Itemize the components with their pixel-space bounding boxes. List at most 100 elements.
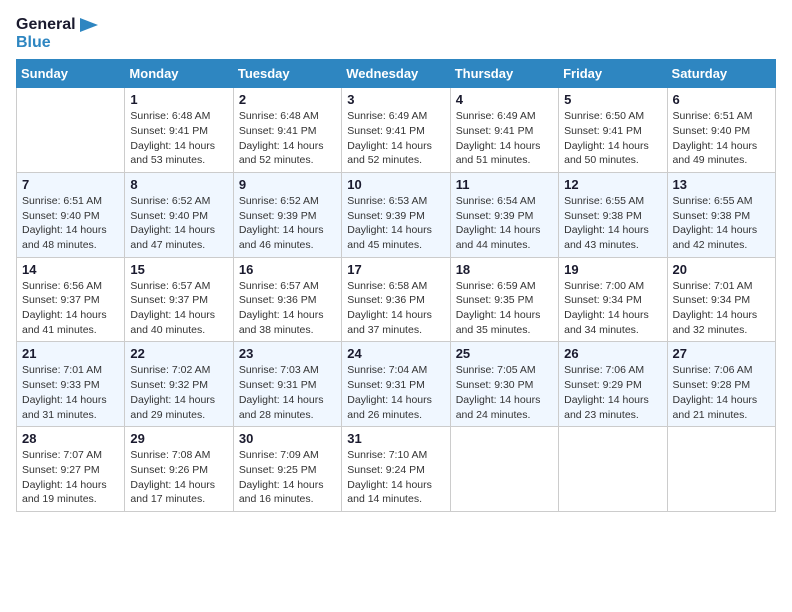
calendar-cell: 8 Sunrise: 6:52 AM Sunset: 9:40 PM Daylig…: [125, 172, 233, 257]
calendar-cell: 3 Sunrise: 6:49 AM Sunset: 9:41 PM Daylig…: [342, 88, 450, 173]
day-number: 6: [673, 92, 770, 107]
cell-content: Sunrise: 6:54 AM Sunset: 9:39 PM Dayligh…: [456, 194, 553, 253]
cell-content: Sunrise: 6:51 AM Sunset: 9:40 PM Dayligh…: [673, 109, 770, 168]
calendar-cell: 4 Sunrise: 6:49 AM Sunset: 9:41 PM Daylig…: [450, 88, 558, 173]
cell-content: Sunrise: 6:49 AM Sunset: 9:41 PM Dayligh…: [347, 109, 444, 168]
cell-content: Sunrise: 6:57 AM Sunset: 9:37 PM Dayligh…: [130, 279, 227, 338]
weekday-header: Wednesday: [342, 60, 450, 88]
calendar-cell: 22 Sunrise: 7:02 AM Sunset: 9:32 PM Dayli…: [125, 342, 233, 427]
weekday-header: Sunday: [17, 60, 125, 88]
day-number: 27: [673, 346, 770, 361]
calendar-cell: 21 Sunrise: 7:01 AM Sunset: 9:33 PM Dayli…: [17, 342, 125, 427]
calendar-cell: 11 Sunrise: 6:54 AM Sunset: 9:39 PM Dayli…: [450, 172, 558, 257]
day-number: 25: [456, 346, 553, 361]
calendar-cell: 26 Sunrise: 7:06 AM Sunset: 9:29 PM Dayli…: [559, 342, 667, 427]
cell-content: Sunrise: 6:52 AM Sunset: 9:39 PM Dayligh…: [239, 194, 336, 253]
cell-content: Sunrise: 6:48 AM Sunset: 9:41 PM Dayligh…: [239, 109, 336, 168]
day-number: 19: [564, 262, 661, 277]
page-header: General Blue: [16, 16, 776, 51]
calendar-cell: 1 Sunrise: 6:48 AM Sunset: 9:41 PM Daylig…: [125, 88, 233, 173]
logo: General Blue: [16, 16, 98, 51]
cell-content: Sunrise: 7:03 AM Sunset: 9:31 PM Dayligh…: [239, 363, 336, 422]
weekday-header: Monday: [125, 60, 233, 88]
cell-content: Sunrise: 7:00 AM Sunset: 9:34 PM Dayligh…: [564, 279, 661, 338]
calendar-header: SundayMondayTuesdayWednesdayThursdayFrid…: [17, 60, 776, 88]
calendar-cell: 6 Sunrise: 6:51 AM Sunset: 9:40 PM Daylig…: [667, 88, 775, 173]
calendar-cell: 5 Sunrise: 6:50 AM Sunset: 9:41 PM Daylig…: [559, 88, 667, 173]
cell-content: Sunrise: 7:02 AM Sunset: 9:32 PM Dayligh…: [130, 363, 227, 422]
cell-content: Sunrise: 6:51 AM Sunset: 9:40 PM Dayligh…: [22, 194, 119, 253]
day-number: 21: [22, 346, 119, 361]
cell-content: Sunrise: 6:55 AM Sunset: 9:38 PM Dayligh…: [564, 194, 661, 253]
calendar-cell: [450, 427, 558, 512]
calendar-cell: 20 Sunrise: 7:01 AM Sunset: 9:34 PM Dayli…: [667, 257, 775, 342]
day-number: 2: [239, 92, 336, 107]
cell-content: Sunrise: 6:58 AM Sunset: 9:36 PM Dayligh…: [347, 279, 444, 338]
weekday-header: Friday: [559, 60, 667, 88]
day-number: 26: [564, 346, 661, 361]
cell-content: Sunrise: 6:49 AM Sunset: 9:41 PM Dayligh…: [456, 109, 553, 168]
calendar-cell: 27 Sunrise: 7:06 AM Sunset: 9:28 PM Dayli…: [667, 342, 775, 427]
cell-content: Sunrise: 7:07 AM Sunset: 9:27 PM Dayligh…: [22, 448, 119, 507]
calendar-cell: 7 Sunrise: 6:51 AM Sunset: 9:40 PM Daylig…: [17, 172, 125, 257]
calendar-cell: 18Sunrise: 6:59 AM Sunset: 9:35 PM Dayli…: [450, 257, 558, 342]
calendar-cell: 30 Sunrise: 7:09 AM Sunset: 9:25 PM Dayli…: [233, 427, 341, 512]
weekday-header: Tuesday: [233, 60, 341, 88]
calendar-cell: 13Sunrise: 6:55 AM Sunset: 9:38 PM Dayli…: [667, 172, 775, 257]
day-number: 4: [456, 92, 553, 107]
cell-content: Sunrise: 6:52 AM Sunset: 9:40 PM Dayligh…: [130, 194, 227, 253]
calendar-cell: 12 Sunrise: 6:55 AM Sunset: 9:38 PM Dayli…: [559, 172, 667, 257]
day-number: 7: [22, 177, 119, 192]
cell-content: Sunrise: 6:56 AM Sunset: 9:37 PM Dayligh…: [22, 279, 119, 338]
day-number: 17: [347, 262, 444, 277]
cell-content: Sunrise: 7:01 AM Sunset: 9:33 PM Dayligh…: [22, 363, 119, 422]
calendar-cell: 29 Sunrise: 7:08 AM Sunset: 9:26 PM Dayli…: [125, 427, 233, 512]
cell-content: Sunrise: 6:53 AM Sunset: 9:39 PM Dayligh…: [347, 194, 444, 253]
cell-content: Sunrise: 6:59 AM Sunset: 9:35 PM Dayligh…: [456, 279, 553, 338]
day-number: 5: [564, 92, 661, 107]
calendar-cell: [667, 427, 775, 512]
day-number: 1: [130, 92, 227, 107]
day-number: 28: [22, 431, 119, 446]
weekday-header: Saturday: [667, 60, 775, 88]
calendar-cell: 23 Sunrise: 7:03 AM Sunset: 9:31 PM Dayli…: [233, 342, 341, 427]
logo-text: General Blue: [16, 16, 98, 51]
cell-content: Sunrise: 7:06 AM Sunset: 9:28 PM Dayligh…: [673, 363, 770, 422]
day-number: 29: [130, 431, 227, 446]
calendar-cell: 31 Sunrise: 7:10 AM Sunset: 9:24 PM Dayli…: [342, 427, 450, 512]
calendar-cell: 16 Sunrise: 6:57 AM Sunset: 9:36 PM Dayli…: [233, 257, 341, 342]
day-number: 12: [564, 177, 661, 192]
calendar-cell: 24Sunrise: 7:04 AM Sunset: 9:31 PM Dayli…: [342, 342, 450, 427]
day-number: 23: [239, 346, 336, 361]
cell-content: Sunrise: 7:05 AM Sunset: 9:30 PM Dayligh…: [456, 363, 553, 422]
cell-content: Sunrise: 7:01 AM Sunset: 9:34 PM Dayligh…: [673, 279, 770, 338]
calendar-cell: 19 Sunrise: 7:00 AM Sunset: 9:34 PM Dayli…: [559, 257, 667, 342]
cell-content: Sunrise: 7:04 AM Sunset: 9:31 PM Dayligh…: [347, 363, 444, 422]
day-number: 20: [673, 262, 770, 277]
day-number: 22: [130, 346, 227, 361]
day-number: 30: [239, 431, 336, 446]
calendar-cell: 10 Sunrise: 6:53 AM Sunset: 9:39 PM Dayli…: [342, 172, 450, 257]
day-number: 3: [347, 92, 444, 107]
day-number: 31: [347, 431, 444, 446]
day-number: 16: [239, 262, 336, 277]
calendar-cell: 28 Sunrise: 7:07 AM Sunset: 9:27 PM Dayli…: [17, 427, 125, 512]
calendar-cell: 2 Sunrise: 6:48 AM Sunset: 9:41 PM Daylig…: [233, 88, 341, 173]
calendar-table: SundayMondayTuesdayWednesdayThursdayFrid…: [16, 59, 776, 512]
day-number: 13: [673, 177, 770, 192]
calendar-cell: 14Sunrise: 6:56 AM Sunset: 9:37 PM Dayli…: [17, 257, 125, 342]
day-number: 10: [347, 177, 444, 192]
cell-content: Sunrise: 6:50 AM Sunset: 9:41 PM Dayligh…: [564, 109, 661, 168]
calendar-cell: 15Sunrise: 6:57 AM Sunset: 9:37 PM Dayli…: [125, 257, 233, 342]
cell-content: Sunrise: 7:09 AM Sunset: 9:25 PM Dayligh…: [239, 448, 336, 507]
day-number: 9: [239, 177, 336, 192]
day-number: 11: [456, 177, 553, 192]
calendar-cell: 9 Sunrise: 6:52 AM Sunset: 9:39 PM Daylig…: [233, 172, 341, 257]
weekday-header: Thursday: [450, 60, 558, 88]
cell-content: Sunrise: 6:57 AM Sunset: 9:36 PM Dayligh…: [239, 279, 336, 338]
cell-content: Sunrise: 7:06 AM Sunset: 9:29 PM Dayligh…: [564, 363, 661, 422]
cell-content: Sunrise: 7:10 AM Sunset: 9:24 PM Dayligh…: [347, 448, 444, 507]
cell-content: Sunrise: 6:48 AM Sunset: 9:41 PM Dayligh…: [130, 109, 227, 168]
day-number: 8: [130, 177, 227, 192]
cell-content: Sunrise: 7:08 AM Sunset: 9:26 PM Dayligh…: [130, 448, 227, 507]
